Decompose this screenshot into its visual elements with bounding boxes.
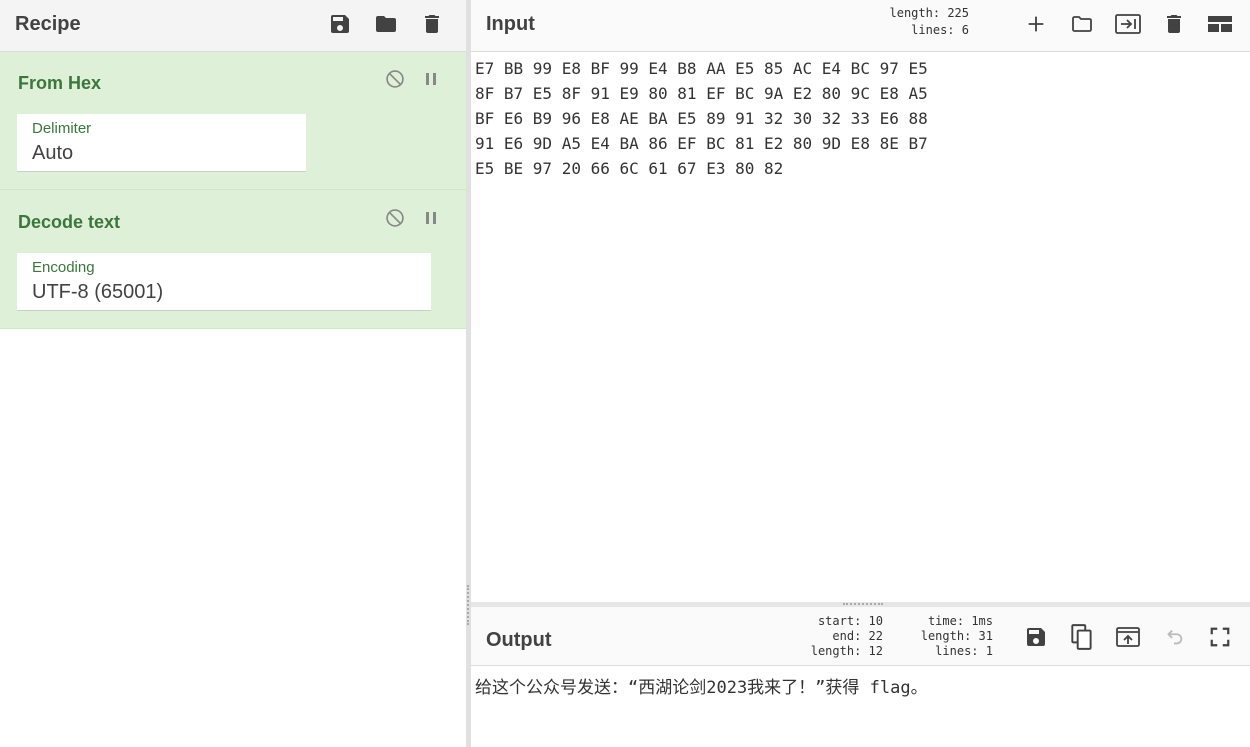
add-tab-plus-icon[interactable] [1020, 8, 1052, 40]
input-line: 91 E6 9D A5 E4 BA 86 EF BC 81 E2 80 9D E… [475, 134, 928, 153]
operation-title: Decode text [18, 212, 121, 232]
recipe-panel: Recipe From Hex Delimiter Auto Decode te… [0, 0, 466, 747]
output-lines-stat: lines: 1 [935, 644, 993, 658]
horizontal-resize-handle[interactable] [843, 603, 883, 605]
input-title: Input [486, 13, 535, 35]
maximise-output-icon[interactable] [1204, 621, 1236, 653]
operation-decode-text[interactable]: Decode text Encoding UTF-8 (65001) [0, 190, 466, 329]
input-toolbar [1006, 8, 1236, 40]
encoding-field[interactable]: Encoding UTF-8 (65001) [17, 253, 431, 311]
undo-icon [1158, 621, 1190, 653]
input-lines-stat: lines: 6 [911, 23, 969, 37]
delimiter-value[interactable]: Auto [32, 142, 73, 165]
encoding-label: Encoding [32, 259, 95, 276]
output-text[interactable]: 给这个公众号发送：“西湖论剑2023我来了！”获得 flag。 [475, 673, 928, 698]
breakpoint-pause-icon[interactable] [420, 68, 442, 90]
recipe-header: Recipe [0, 0, 466, 52]
operation-from-hex[interactable]: From Hex Delimiter Auto [0, 52, 466, 190]
output-header: Output start: 10 end: 22 length: 12 time… [471, 607, 1250, 666]
delimiter-label: Delimiter [32, 120, 92, 137]
output-panel: Output start: 10 end: 22 length: 12 time… [471, 607, 1250, 747]
selection-start-stat: start: 10 [817, 614, 883, 628]
open-file-folder-icon[interactable] [1066, 8, 1098, 40]
input-length-stat: length: 225 [889, 6, 970, 20]
output-stats: time: 1ms length: 31 lines: 1 [903, 614, 993, 659]
input-textarea[interactable]: E7 BB 99 E8 BF 99 E4 B8 AA E5 85 AC E4 B… [475, 56, 928, 181]
output-time-stat: time: 1ms [927, 614, 993, 628]
disable-icon[interactable] [384, 207, 406, 229]
selection-end-stat: end: 22 [832, 629, 883, 643]
vertical-resize-handle[interactable] [467, 585, 469, 625]
delimiter-field[interactable]: Delimiter Auto [17, 114, 306, 172]
operation-title: From Hex [18, 73, 102, 93]
input-header: Input length: 225 lines: 6 [471, 0, 1250, 52]
input-line: E5 BE 97 20 66 6C 61 67 E3 80 82 [475, 159, 784, 178]
clear-input-trash-icon[interactable] [1158, 8, 1190, 40]
input-panel: Input length: 225 lines: 6 E7 BB 99 E8 B… [471, 0, 1250, 603]
operation-controls [384, 68, 456, 90]
output-length-stat: length: 31 [920, 629, 993, 643]
save-output-icon[interactable] [1020, 621, 1052, 653]
copy-output-icon[interactable] [1066, 621, 1098, 653]
output-title: Output [486, 629, 552, 651]
load-recipe-folder-icon[interactable] [370, 8, 402, 40]
open-folder-input-icon[interactable] [1112, 8, 1144, 40]
recipe-toolbar [310, 8, 448, 40]
output-toolbar [1006, 621, 1236, 653]
selection-length-stat: length: 12 [810, 644, 883, 658]
input-stats: length: 225 lines: 6 [881, 5, 970, 39]
operation-controls [384, 207, 456, 229]
selection-stats: start: 10 end: 22 length: 12 [801, 614, 883, 659]
input-line: BF E6 B9 96 E8 AE BA E5 89 91 32 30 32 3… [475, 109, 928, 128]
breakpoint-pause-icon[interactable] [420, 207, 442, 229]
save-recipe-icon[interactable] [324, 8, 356, 40]
clear-recipe-trash-icon[interactable] [416, 8, 448, 40]
input-line: E7 BB 99 E8 BF 99 E4 B8 AA E5 85 AC E4 B… [475, 59, 928, 78]
replace-input-with-output-icon[interactable] [1112, 621, 1144, 653]
disable-icon[interactable] [384, 68, 406, 90]
reset-layout-icon[interactable] [1204, 8, 1236, 40]
input-line: 8F B7 E5 8F 91 E9 80 81 EF BC 9A E2 80 9… [475, 84, 928, 103]
recipe-title: Recipe [15, 13, 81, 35]
encoding-value[interactable]: UTF-8 (65001) [32, 281, 163, 304]
